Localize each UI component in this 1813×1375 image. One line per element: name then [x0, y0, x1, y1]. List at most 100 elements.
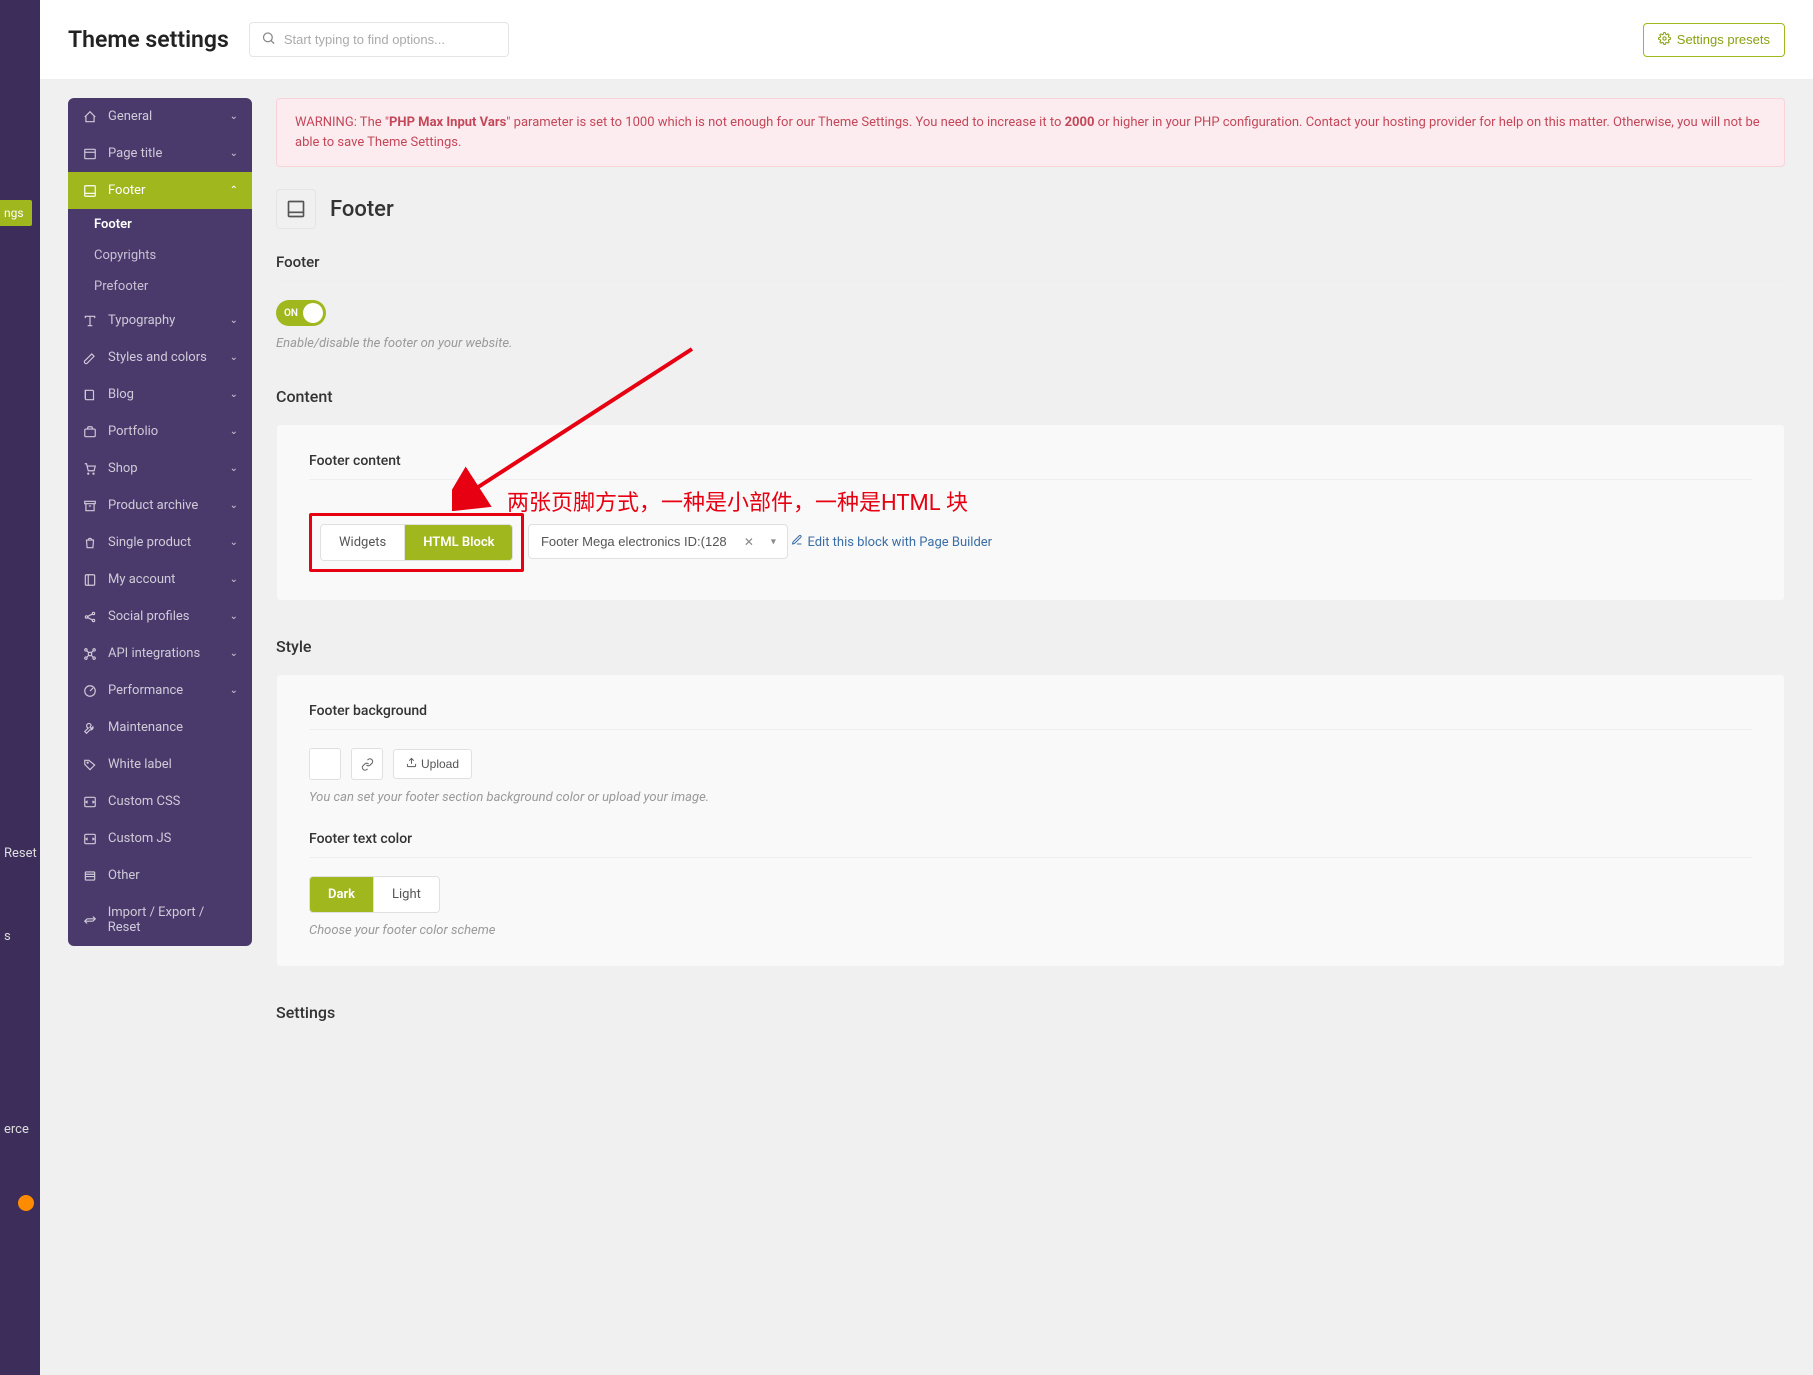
nav-item-label: Shop	[108, 461, 138, 476]
nav-item-maintenance[interactable]: Maintenance	[68, 709, 252, 746]
nav-item-page-title[interactable]: Page title⌄	[68, 135, 252, 172]
footer-group-label: Footer	[276, 253, 1785, 282]
toggle-knob	[303, 303, 323, 323]
nav-item-styles-and-colors[interactable]: Styles and colors ⌄	[68, 339, 252, 376]
nav-item-general[interactable]: General ⌄	[68, 98, 252, 135]
select-clear-icon[interactable]: ✕	[744, 535, 754, 549]
wp-sidebar-fragment-erce[interactable]: erce	[0, 1118, 33, 1141]
toggle-on-label: ON	[284, 308, 298, 319]
nav-item-performance[interactable]: Performance⌄	[68, 672, 252, 709]
annotation-red-box: Widgets HTML Block	[309, 513, 524, 572]
nav-item-footer[interactable]: Footer⌃	[68, 172, 252, 209]
footer-enable-toggle[interactable]: ON	[276, 300, 326, 326]
chevron-down-icon: ⌄	[230, 111, 238, 122]
nav-item-label: Typography	[108, 313, 175, 328]
nav-item-label: Portfolio	[108, 424, 158, 439]
chevron-down-icon: ⌄	[230, 352, 238, 363]
nav-item-import-export-reset[interactable]: Import / Export / Reset	[68, 894, 252, 946]
wp-sidebar-notification-dot	[18, 1195, 34, 1211]
style-panel: Footer background Upload You can set you…	[276, 674, 1785, 967]
nav-item-label: Product archive	[108, 498, 198, 513]
bag-icon	[82, 536, 98, 550]
nav-item-label: Blog	[108, 387, 134, 402]
segment-light[interactable]: Light	[373, 877, 439, 912]
wp-sidebar-active-notch[interactable]: ngs	[0, 200, 32, 226]
nav-item-label: Import / Export / Reset	[108, 905, 238, 935]
edit-block-label: Edit this block with Page Builder	[807, 535, 992, 550]
nav-item-label: Footer	[108, 183, 145, 198]
chevron-down-icon: ⌄	[230, 611, 238, 622]
archive-icon	[82, 499, 98, 513]
wp-admin-sidebar: ngs Reset s erce	[0, 0, 40, 1375]
bg-color-swatch[interactable]	[309, 748, 341, 780]
segment-widgets[interactable]: Widgets	[321, 525, 404, 560]
tag-icon	[82, 758, 98, 772]
panel-icon	[82, 147, 98, 161]
bg-link-icon[interactable]	[351, 748, 383, 780]
wp-sidebar-reset[interactable]: Reset	[0, 842, 41, 865]
nav-item-blog[interactable]: Blog ⌄	[68, 376, 252, 413]
content-heading: Content	[276, 387, 1785, 406]
chevron-down-icon: ⌄	[230, 537, 238, 548]
css-icon	[82, 795, 98, 809]
page-title: Theme settings	[68, 26, 229, 53]
nav-item-label: Styles and colors	[108, 350, 207, 365]
nav-item-social-profiles[interactable]: Social profiles ⌄	[68, 598, 252, 635]
search-icon	[261, 30, 276, 49]
nav-item-api-integrations[interactable]: API integrations⌄	[68, 635, 252, 672]
nav-item-label: Social profiles	[108, 609, 190, 624]
nav-item-white-label[interactable]: White label	[68, 746, 252, 783]
chevron-down-icon[interactable]: ▾	[771, 536, 776, 547]
search-input[interactable]	[249, 22, 509, 57]
nav-item-label: Custom CSS	[108, 794, 180, 809]
upload-icon	[406, 757, 417, 771]
settings-heading: Settings	[276, 1003, 1785, 1022]
nav-item-label: Other	[108, 868, 140, 883]
nav-item-label: General	[108, 109, 152, 124]
wp-sidebar-fragment-s[interactable]: s	[0, 925, 15, 948]
nav-item-product-archive[interactable]: Product archive⌄	[68, 487, 252, 524]
chevron-down-icon: ⌄	[230, 389, 238, 400]
nav-subitem-copyrights[interactable]: Copyrights	[68, 240, 252, 271]
nav-item-portfolio[interactable]: Portfolio⌄	[68, 413, 252, 450]
nav-item-my-account[interactable]: My account⌄	[68, 561, 252, 598]
nav-subitem-prefooter[interactable]: Prefooter	[68, 271, 252, 302]
segment-dark[interactable]: Dark	[310, 877, 373, 912]
js-icon	[82, 832, 98, 846]
gauge-icon	[82, 684, 98, 698]
nav-subitem-footer[interactable]: Footer	[68, 209, 252, 240]
nav-item-label: White label	[108, 757, 172, 772]
nav-item-label: Custom JS	[108, 831, 171, 846]
nav-item-label: Page title	[108, 146, 162, 161]
bg-upload-button[interactable]: Upload	[393, 749, 472, 779]
settings-presets-button[interactable]: Settings presets	[1643, 23, 1785, 57]
pencil-icon	[791, 534, 803, 550]
user-icon	[82, 573, 98, 587]
settings-nav: General⌄Page title⌄Footer⌃FooterCopyrigh…	[68, 98, 252, 946]
page-header: Theme settings Settings presets	[40, 0, 1813, 80]
chevron-down-icon: ⌄	[230, 463, 238, 474]
book-icon	[82, 388, 98, 402]
edit-block-link[interactable]: Edit this block with Page Builder	[791, 534, 992, 550]
warning-banner: WARNING: The "PHP Max Input Vars" parame…	[276, 98, 1785, 167]
html-block-select-wrap: ✕ ▾	[528, 524, 788, 559]
segment-html-block[interactable]: HTML Block	[404, 525, 512, 560]
nav-item-typography[interactable]: Typography ⌄	[68, 302, 252, 339]
nav-item-other[interactable]: Other	[68, 857, 252, 894]
chevron-down-icon: ⌄	[230, 315, 238, 326]
nav-item-shop[interactable]: Shop ⌄	[68, 450, 252, 487]
nav-item-single-product[interactable]: Single product⌄	[68, 524, 252, 561]
nav-item-custom-js[interactable]: Custom JS	[68, 820, 252, 857]
nav-item-custom-css[interactable]: Custom CSS	[68, 783, 252, 820]
annotation-text: 两张页脚方式，一种是小部件，一种是HTML 块	[507, 485, 968, 517]
footer-bg-help: You can set your footer section backgrou…	[309, 790, 1752, 805]
footer-bg-row: Upload	[309, 748, 1752, 780]
other-icon	[82, 869, 98, 883]
settings-presets-label: Settings presets	[1677, 32, 1770, 47]
transfer-icon	[82, 913, 98, 927]
footer-textcolor-help: Choose your footer color scheme	[309, 923, 1752, 938]
upload-label: Upload	[421, 757, 459, 771]
brush-icon	[82, 351, 98, 365]
home-icon	[82, 110, 98, 124]
footer-textcolor-label: Footer text color	[309, 831, 1752, 858]
